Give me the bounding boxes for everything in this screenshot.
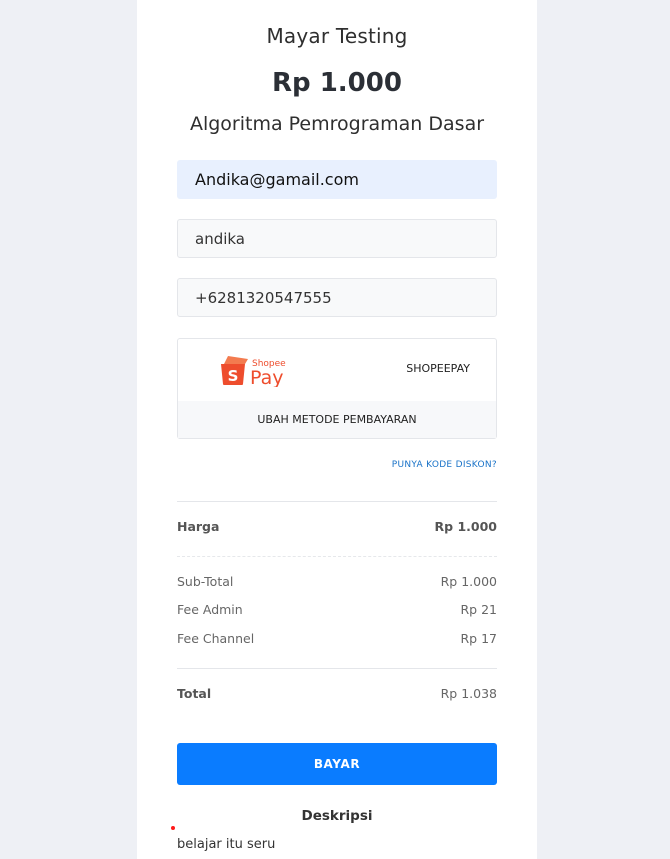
phone-field[interactable] [178, 279, 496, 316]
description-title: Deskripsi [301, 808, 373, 824]
total-label: Total [177, 686, 212, 701]
cursor-dot [171, 826, 175, 830]
email-field-wrapper [177, 160, 497, 199]
shopeepay-logo-icon: S Shopee Pay [221, 356, 286, 387]
phone-field-wrapper [177, 278, 497, 317]
fee-admin-value: Rp 21 [460, 602, 498, 617]
description-text: belajar itu seru [177, 837, 276, 852]
name-field[interactable] [178, 220, 496, 257]
name-field-wrapper [177, 219, 497, 258]
store-name: Mayar Testing [266, 24, 408, 48]
subtotal-label: Sub-Total [177, 574, 234, 589]
subtotal-value: Rp 1.000 [440, 574, 497, 589]
checkout-card: Mayar Testing Rp 1.000 Algoritma Pemrogr… [137, 0, 537, 859]
discount-code-link[interactable]: PUNYA KODE DISKON? [392, 460, 497, 470]
divider [177, 668, 497, 669]
divider [177, 501, 497, 502]
email-field[interactable] [178, 161, 496, 198]
divider-dashed [177, 556, 497, 557]
svg-text:S: S [228, 367, 239, 385]
total-value: Rp 1.038 [440, 686, 497, 701]
fee-admin-label: Fee Admin [177, 602, 243, 617]
selected-payment-method[interactable]: S Shopee Pay SHOPEEPAY [178, 339, 496, 401]
payment-method-name: SHOPEEPAY [406, 362, 470, 375]
product-price: Rp 1.000 [272, 68, 402, 98]
harga-label: Harga [177, 519, 220, 534]
fee-channel-value: Rp 17 [460, 631, 498, 646]
change-payment-method-button[interactable]: UBAH METODE PEMBAYARAN [178, 401, 496, 438]
pay-button[interactable]: BAYAR [177, 743, 497, 785]
fee-channel-label: Fee Channel [177, 631, 255, 646]
harga-value: Rp 1.000 [434, 519, 497, 534]
product-title: Algoritma Pemrograman Dasar [189, 113, 485, 135]
payment-method-box: S Shopee Pay SHOPEEPAY UBAH METODE PEMBA… [177, 338, 497, 439]
shopeepay-logo-big-text: Pay [250, 367, 284, 387]
